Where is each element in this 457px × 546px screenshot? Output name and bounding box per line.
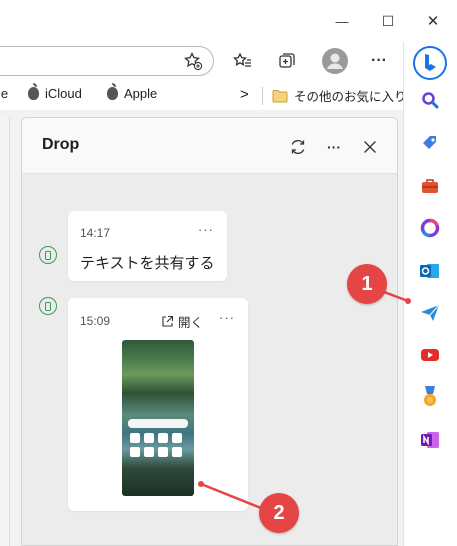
toolbox-icon[interactable] bbox=[418, 174, 442, 198]
annotation-badge-2: 2 bbox=[259, 493, 299, 533]
sidebar bbox=[403, 42, 457, 546]
favorites-bar: le iCloud Apple > その他のお気に入り bbox=[0, 80, 407, 110]
apple-icon bbox=[107, 83, 118, 100]
bookmark-label: le bbox=[0, 86, 9, 101]
bookmark-item-apple[interactable]: Apple bbox=[107, 83, 158, 101]
open-external-icon bbox=[162, 315, 174, 327]
bing-icon[interactable] bbox=[413, 46, 447, 80]
minimize-button[interactable]: — bbox=[330, 10, 354, 32]
minimize-icon: — bbox=[335, 13, 349, 29]
annotation-badge-1: 1 bbox=[347, 264, 387, 304]
open-label: 開く bbox=[178, 316, 204, 330]
maximize-icon: ☐ bbox=[381, 12, 395, 29]
panel-header: Drop ··· bbox=[22, 118, 397, 174]
close-icon bbox=[364, 141, 376, 153]
bookmark-label: Apple bbox=[124, 86, 158, 101]
message-time: 14:17 bbox=[80, 226, 111, 240]
apple-icon bbox=[28, 83, 39, 100]
device-icon bbox=[39, 246, 57, 264]
drop-panel: Drop ··· 14:17 ··· テキストを共有する 15:09 開く ··… bbox=[21, 117, 398, 546]
refresh-icon bbox=[291, 140, 305, 154]
scrollbar[interactable] bbox=[0, 117, 10, 546]
favorites-icon[interactable] bbox=[232, 50, 254, 72]
message-more-button[interactable]: ··· bbox=[219, 310, 235, 325]
message-card[interactable]: 14:17 ··· テキストを共有する bbox=[68, 211, 227, 281]
games-icon[interactable] bbox=[418, 384, 442, 408]
panel-close-button[interactable] bbox=[358, 135, 382, 159]
toolbar: ··· bbox=[0, 42, 403, 80]
search-icon[interactable] bbox=[418, 88, 442, 112]
screenshot-thumbnail[interactable] bbox=[122, 340, 194, 496]
close-icon: ✕ bbox=[426, 13, 440, 30]
bookmark-label: iCloud bbox=[45, 86, 82, 101]
close-button[interactable]: ✕ bbox=[421, 10, 445, 32]
message-time: 15:09 bbox=[80, 314, 111, 328]
maximize-button[interactable]: ☐ bbox=[376, 10, 400, 32]
thumbnail-tiles bbox=[130, 433, 188, 443]
folder-label: その他のお気に入り bbox=[294, 90, 407, 104]
office-icon[interactable] bbox=[418, 216, 442, 240]
more-label: ··· bbox=[327, 139, 341, 155]
device-icon bbox=[39, 297, 57, 315]
more-label: ··· bbox=[371, 52, 387, 69]
title-bar: — ☐ ✕ bbox=[0, 0, 457, 42]
sync-button[interactable] bbox=[286, 135, 310, 159]
message-card-image[interactable]: 15:09 開く ··· bbox=[68, 298, 248, 511]
settings-more-button[interactable]: ··· bbox=[368, 50, 390, 72]
address-bar[interactable] bbox=[0, 46, 214, 76]
message-text: テキストを共有する bbox=[80, 255, 215, 272]
outlook-icon[interactable] bbox=[418, 259, 442, 283]
bookmark-item[interactable]: le bbox=[0, 86, 8, 101]
thumbnail-search-bar bbox=[128, 419, 188, 428]
bookmark-item-icloud[interactable]: iCloud bbox=[28, 83, 82, 101]
other-favorites-folder[interactable]: その他のお気に入り bbox=[272, 86, 407, 105]
thumbnail-tiles bbox=[130, 447, 188, 457]
bookmarks-overflow-button[interactable]: > bbox=[240, 86, 249, 103]
panel-title: Drop bbox=[42, 136, 80, 153]
folder-icon bbox=[272, 89, 288, 102]
collections-icon[interactable] bbox=[276, 50, 298, 72]
chevron-right-icon: > bbox=[240, 86, 249, 103]
add-favorite-icon[interactable] bbox=[182, 50, 204, 72]
message-more-button[interactable]: ··· bbox=[198, 222, 214, 237]
panel-more-button[interactable]: ··· bbox=[322, 135, 346, 159]
open-button[interactable]: 開く bbox=[161, 312, 203, 331]
divider bbox=[262, 87, 263, 105]
youtube-icon[interactable] bbox=[418, 343, 442, 367]
onenote-icon[interactable] bbox=[418, 428, 442, 452]
profile-avatar[interactable] bbox=[322, 48, 348, 74]
drop-icon[interactable] bbox=[418, 301, 442, 325]
tag-icon[interactable] bbox=[418, 131, 442, 155]
